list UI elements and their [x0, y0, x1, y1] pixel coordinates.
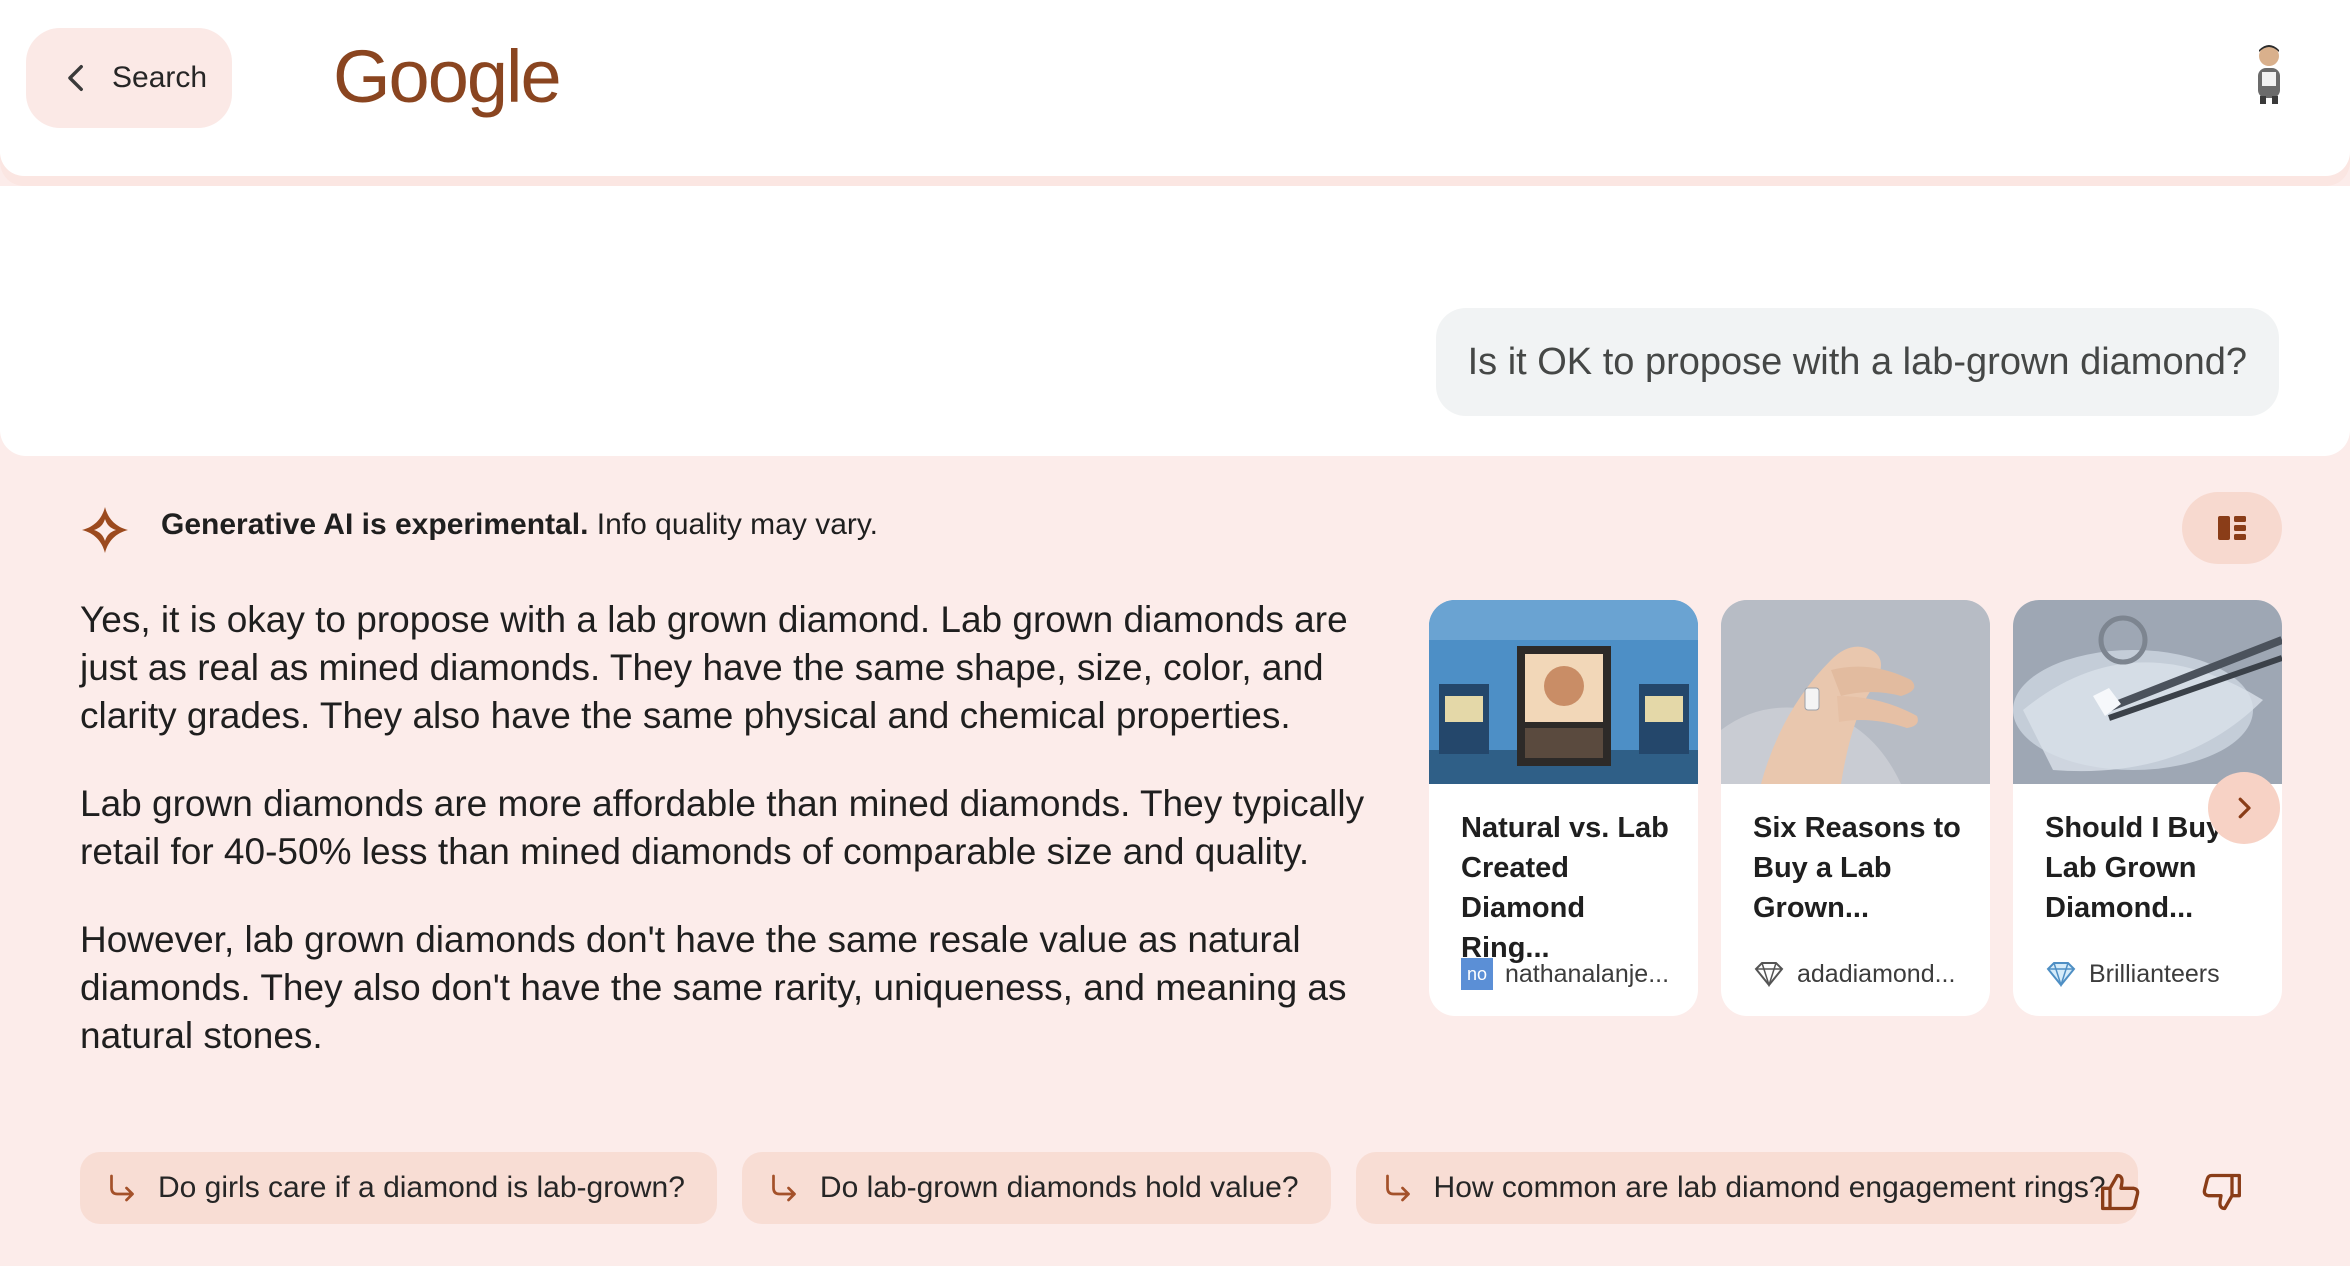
layout-list-icon: [2218, 516, 2246, 540]
card-source: adadiamond...: [1753, 958, 1955, 990]
source-name: Brillianteers: [2089, 959, 2220, 988]
followup-chip[interactable]: How common are lab diamond engagement ri…: [1355, 1152, 2138, 1224]
arrow-return-icon: [1385, 1174, 1410, 1202]
source-name: adadiamond...: [1797, 959, 1956, 988]
source-card[interactable]: Natural vs. Lab Created Diamond Ring... …: [1429, 600, 1698, 1016]
source-card[interactable]: Six Reasons to Buy a Lab Grown... adadia…: [1721, 600, 1990, 1016]
back-to-search-button[interactable]: Search: [26, 28, 232, 128]
ai-experimental-notice: Generative AI is experimental. Info qual…: [161, 508, 878, 542]
diamond-icon: [1753, 958, 1785, 990]
answer-paragraph: Lab grown diamonds are more affordable t…: [80, 783, 1365, 872]
card-source: no nathanalanje...: [1461, 958, 1669, 990]
card-title: Natural vs. Lab Created Diamond Ring...: [1461, 812, 1669, 964]
chevron-right-icon: [2238, 797, 2251, 819]
user-query-bubble: Is it OK to propose with a lab-grown dia…: [1435, 308, 2279, 416]
back-label: Search: [112, 61, 208, 94]
ai-notice-bold: Generative AI is experimental.: [161, 508, 589, 541]
ai-answer: Yes, it is okay to propose with a lab gr…: [80, 596, 1380, 1100]
card-image-store: [1429, 600, 1698, 784]
card-image-tweezers: [2013, 600, 2282, 784]
followup-label: Do lab-grown diamonds hold value?: [819, 1171, 1299, 1204]
answer-paragraph: However, lab grown diamonds don't have t…: [80, 919, 1347, 1056]
followup-label: How common are lab diamond engagement ri…: [1433, 1171, 2106, 1204]
avatar[interactable]: [2246, 42, 2292, 104]
diamond-icon: [2045, 958, 2077, 990]
followup-chips: Do girls care if a diamond is lab-grown?…: [80, 1152, 2138, 1224]
layout-toggle-button[interactable]: [2182, 492, 2282, 564]
next-cards-button[interactable]: [2208, 772, 2280, 844]
card-image-hand: [1721, 600, 1990, 784]
conversation-area: Is it OK to propose with a lab-grown dia…: [0, 186, 2350, 456]
answer-paragraph: Yes, it is okay to propose with a lab gr…: [80, 599, 1348, 736]
source-cards: Natural vs. Lab Created Diamond Ring... …: [1429, 600, 2282, 1016]
source-favicon: no: [1461, 958, 1493, 990]
thumbs-up-icon[interactable]: [2099, 1170, 2143, 1214]
ai-notice-rest: Info quality may vary.: [588, 508, 878, 541]
arrow-return-icon: [772, 1174, 796, 1202]
sparkle-icon: [82, 507, 128, 553]
followup-chip[interactable]: Do lab-grown diamonds hold value?: [741, 1152, 1331, 1224]
followup-label: Do girls care if a diamond is lab-grown?: [158, 1171, 685, 1204]
source-name: nathanalanje...: [1505, 959, 1670, 988]
google-logo[interactable]: Google: [333, 34, 562, 119]
card-source: Brillianteers: [2045, 958, 2220, 990]
card-title: Six Reasons to Buy a Lab Grown...: [1753, 812, 1961, 924]
chevron-left-icon: [68, 64, 83, 92]
followup-chip[interactable]: Do girls care if a diamond is lab-grown?: [80, 1152, 717, 1224]
thumbs-down-icon[interactable]: [2199, 1170, 2243, 1214]
top-bar: Search Google: [0, 0, 2350, 176]
arrow-return-icon: [110, 1174, 134, 1202]
